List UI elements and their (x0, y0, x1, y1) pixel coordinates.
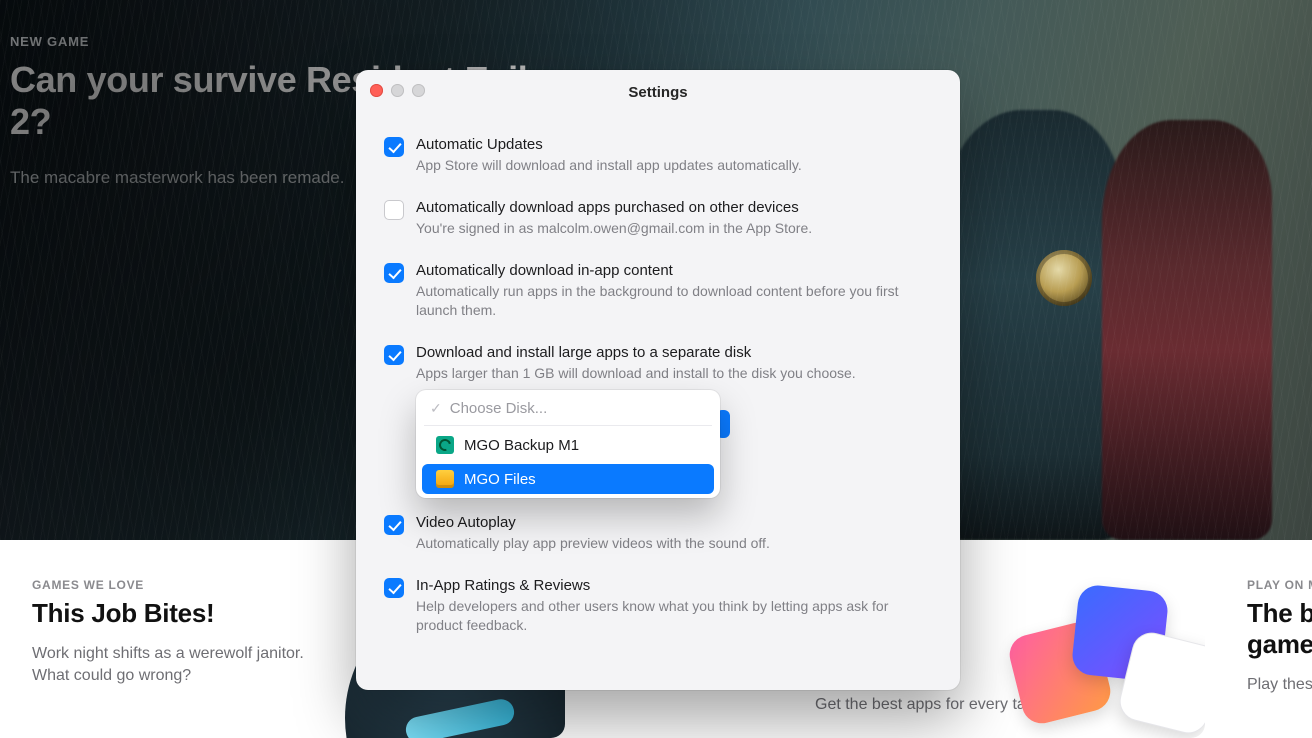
dropdown-placeholder-label: Choose Disk... (450, 400, 548, 417)
setting-description: You're signed in as malcolm.owen@gmail.c… (416, 219, 932, 238)
timemachine-icon (436, 436, 454, 454)
checkbox[interactable] (384, 137, 404, 157)
setting-video-autoplay[interactable]: Video Autoplay Automatically play app pr… (384, 514, 932, 567)
disk-option-files[interactable]: MGO Files (422, 464, 714, 494)
hero-eyebrow: NEW GAME (10, 34, 530, 49)
disk-option-label: MGO Files (464, 471, 536, 488)
close-window-button[interactable] (370, 84, 383, 97)
card-subtitle: Get the best apps for every task. (815, 694, 1046, 716)
hero-figure-left (942, 110, 1122, 540)
setting-title: Automatically download in-app content (416, 262, 932, 279)
card-artwork (1015, 568, 1205, 738)
settings-window: Settings Automatic Updates App Store wil… (356, 70, 960, 690)
window-traffic-lights (370, 84, 425, 97)
checkbox[interactable] (384, 515, 404, 535)
menu-separator (424, 425, 712, 426)
hero-figure-right (1102, 120, 1272, 540)
setting-auto-download-purchased[interactable]: Automatically download apps purchased on… (384, 189, 932, 252)
checkbox[interactable] (384, 200, 404, 220)
setting-title: Automatic Updates (416, 136, 932, 153)
disk-option-label: MGO Backup M1 (464, 437, 579, 454)
setting-auto-download-inapp[interactable]: Automatically download in-app content Au… (384, 252, 932, 334)
dropdown-placeholder: ✓ Choose Disk... (416, 390, 720, 425)
window-title: Settings (356, 84, 960, 101)
setting-title: Video Autoplay (416, 514, 932, 531)
disk-option-backup[interactable]: MGO Backup M1 (422, 430, 714, 460)
setting-automatic-updates[interactable]: Automatic Updates App Store will downloa… (384, 126, 932, 189)
disk-icon (436, 470, 454, 488)
checkbox[interactable] (384, 345, 404, 365)
setting-description: Automatically run apps in the background… (416, 282, 932, 320)
checkbox[interactable] (384, 263, 404, 283)
choose-disk-dropdown[interactable]: ✓ Choose Disk... MGO Backup M1 MGO Files (416, 390, 932, 508)
card-eyebrow: PLAY ON M (1247, 578, 1312, 592)
setting-description: App Store will download and install app … (416, 156, 932, 175)
checkmark-icon: ✓ (430, 400, 442, 417)
setting-title: In-App Ratings & Reviews (416, 577, 932, 594)
zoom-window-button[interactable] (412, 84, 425, 97)
card-subtitle: Work night shifts as a werewolf janitor.… (32, 643, 312, 686)
setting-description: Automatically play app preview videos wi… (416, 534, 932, 553)
setting-title: Download and install large apps to a sep… (416, 344, 932, 361)
setting-title: Automatically download apps purchased on… (416, 199, 932, 216)
window-titlebar[interactable]: Settings (356, 70, 960, 114)
choose-disk-popover: ✓ Choose Disk... MGO Backup M1 MGO Files (416, 390, 720, 498)
checkbox[interactable] (384, 578, 404, 598)
setting-description: Help developers and other users know wha… (416, 597, 932, 635)
setting-description: Apps larger than 1 GB will download and … (416, 364, 932, 383)
setting-large-apps-separate-disk[interactable]: Download and install large apps to a sep… (384, 334, 932, 389)
settings-content: Automatic Updates App Store will downloa… (356, 114, 960, 673)
hero-badge-icon (1036, 250, 1092, 306)
minimize-window-button[interactable] (391, 84, 404, 97)
setting-inapp-ratings[interactable]: In-App Ratings & Reviews Help developers… (384, 567, 932, 649)
card-play-on-mac[interactable]: PLAY ON M The be games Play these (1225, 558, 1312, 738)
card-subtitle: Play these (1247, 674, 1312, 696)
card-title: The be (1247, 598, 1312, 629)
card-title-line2: games (1247, 629, 1312, 660)
